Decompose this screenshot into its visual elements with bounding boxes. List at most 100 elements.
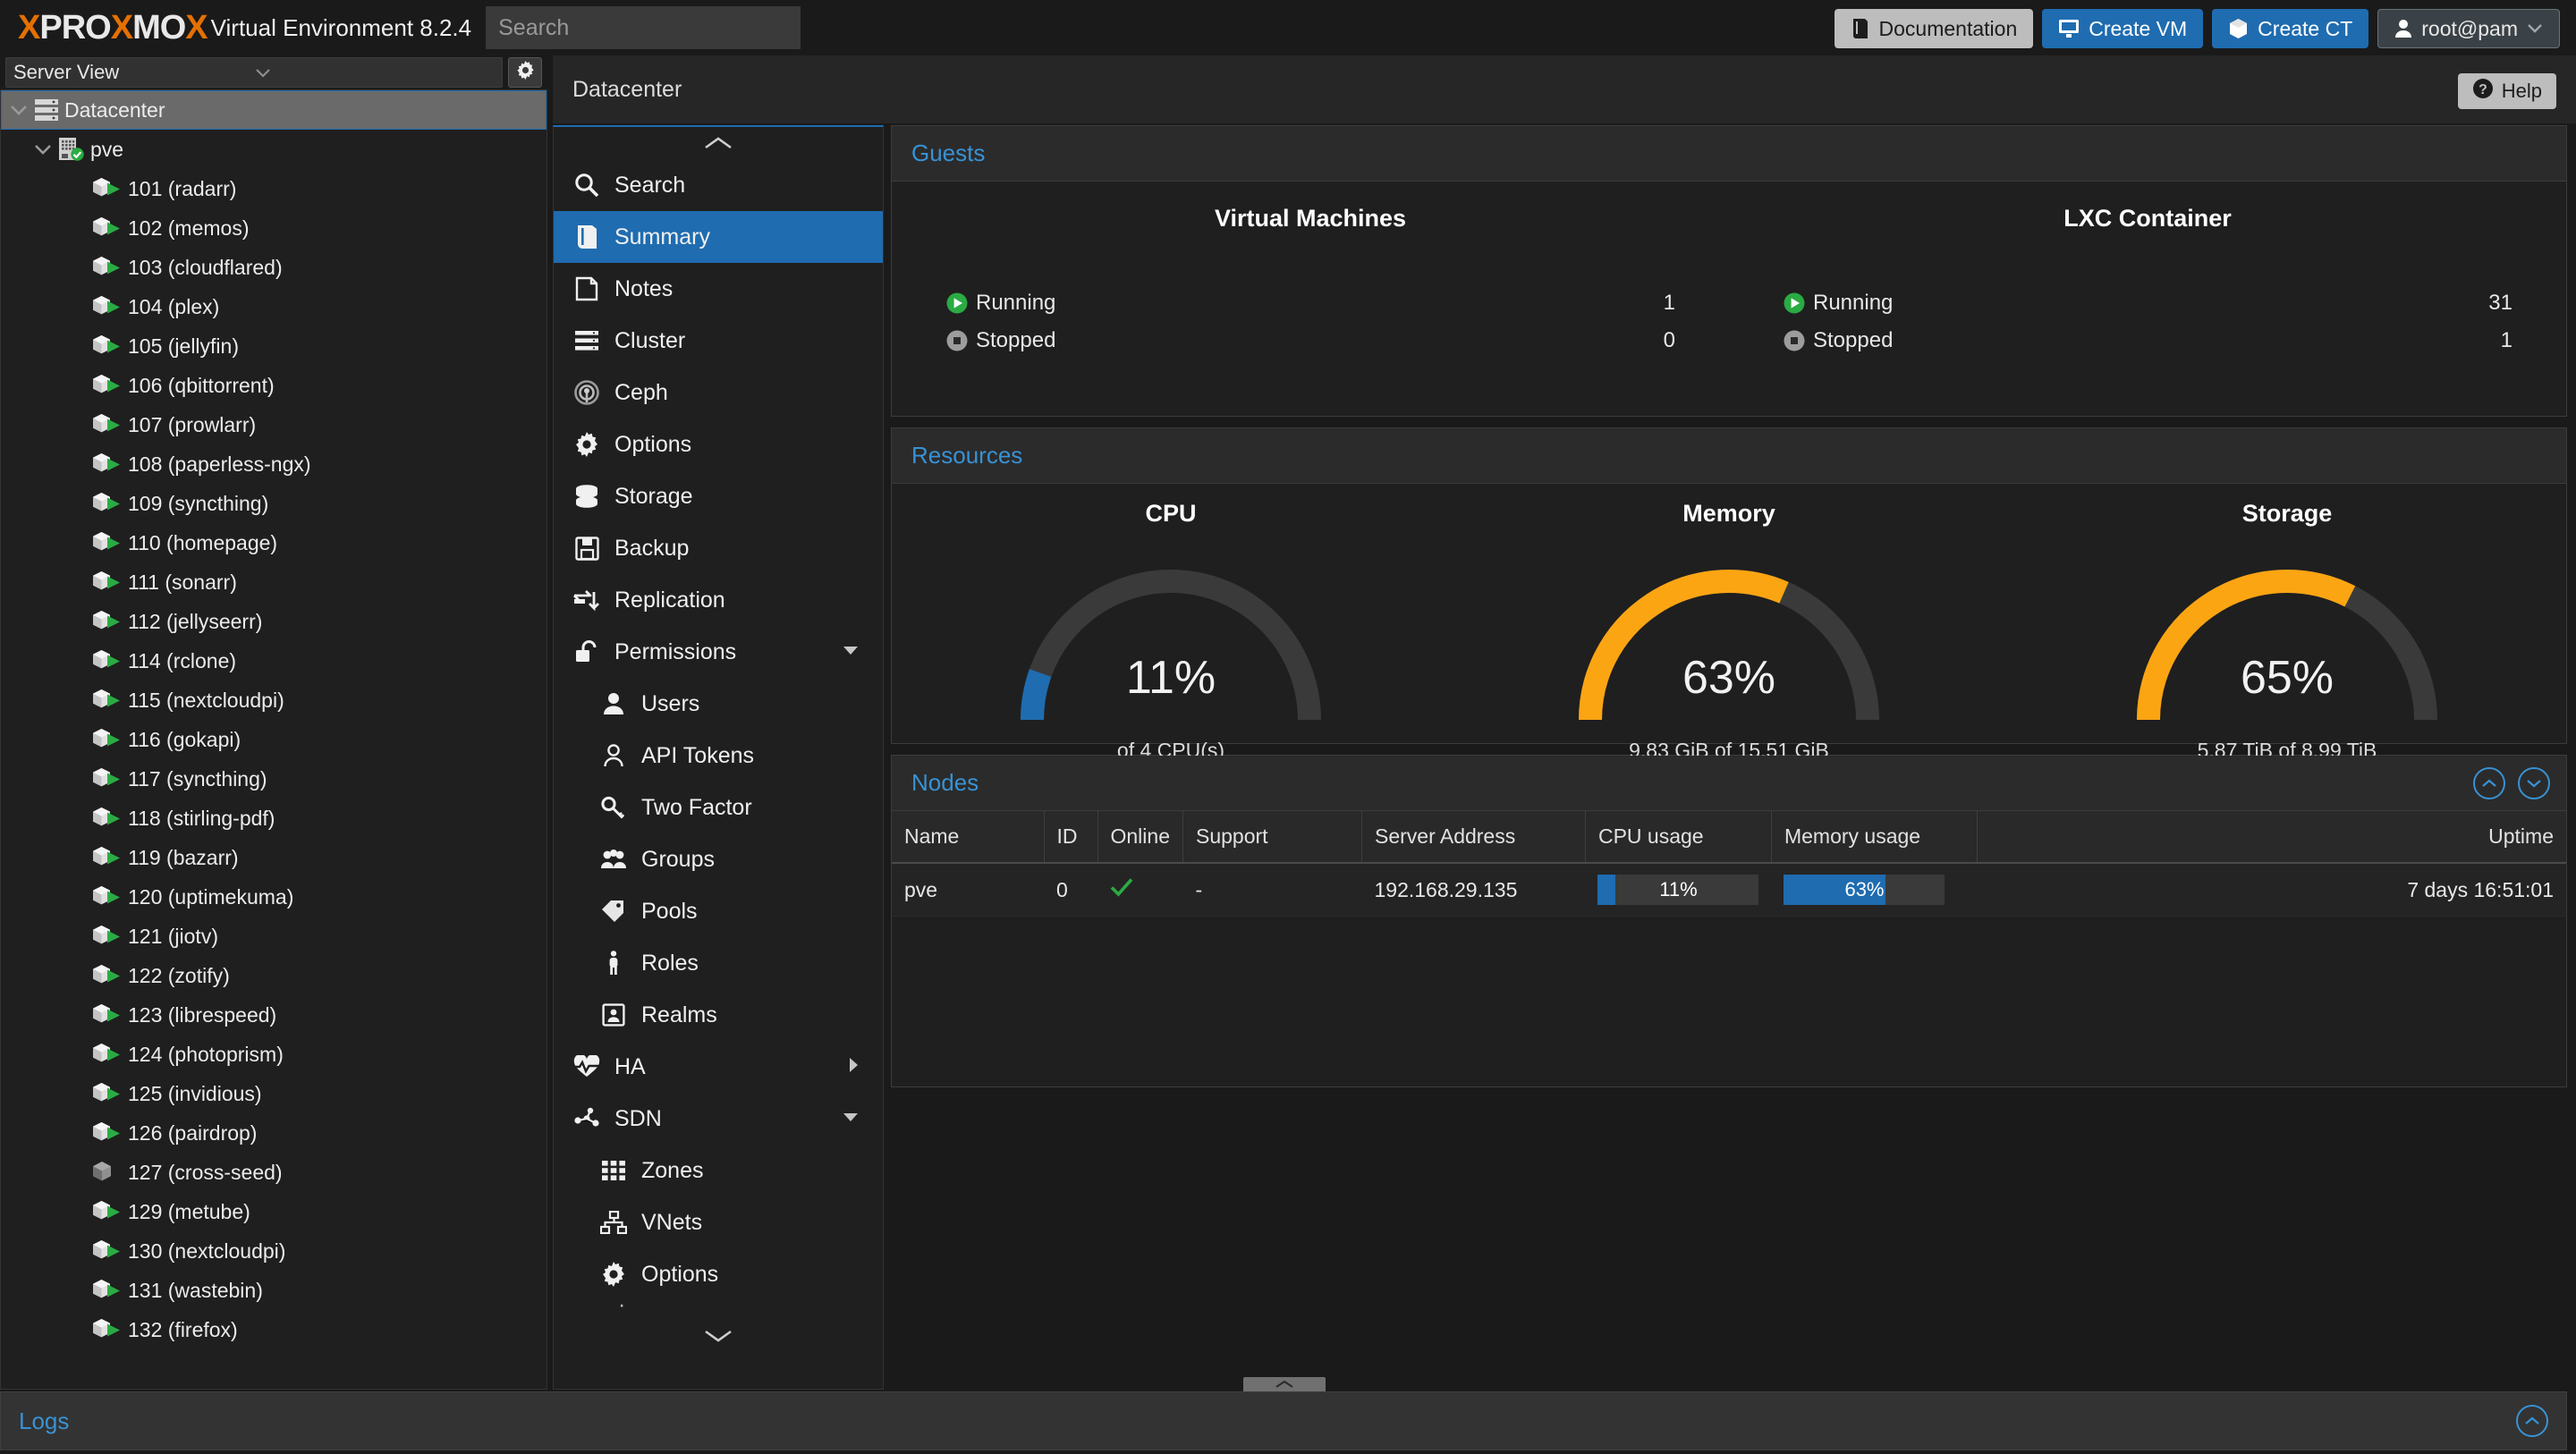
column-header-uptime[interactable]: Uptime	[1977, 811, 2566, 864]
tree-item-131-wastebin[interactable]: 131 (wastebin)	[1, 1271, 547, 1310]
menu-item-api-tokens[interactable]: API Tokens	[554, 730, 883, 782]
tree-item-datacenter[interactable]: Datacenter	[1, 90, 547, 130]
menu-item-storage[interactable]: Storage	[554, 470, 883, 522]
table-row[interactable]: pve 0 -192.168.29.135 11% 63% 7 days 16:51:01	[892, 863, 2566, 917]
container-running-icon	[92, 884, 123, 909]
logs-title[interactable]: Logs	[19, 1408, 69, 1435]
menu-scroll-down-button[interactable]	[554, 1320, 883, 1352]
resource-tree[interactable]: Datacenter pve 101 (radarr) 102 (memos) 103 …	[0, 89, 547, 1390]
column-header-online[interactable]: Online	[1097, 811, 1183, 864]
menu-item-summary[interactable]: Summary	[554, 211, 883, 263]
tag-icon	[600, 900, 627, 923]
logs-resize-handle[interactable]	[1243, 1377, 1326, 1391]
tree-item-label: 103 (cloudflared)	[128, 255, 283, 279]
documentation-button[interactable]: Documentation	[1834, 9, 2034, 48]
help-button[interactable]: ? Help	[2457, 73, 2556, 109]
tree-item-107-prowlarr[interactable]: 107 (prowlarr)	[1, 405, 547, 444]
tree-item-125-invidious[interactable]: 125 (invidious)	[1, 1074, 547, 1113]
tree-item-115-nextcloudpi[interactable]: 115 (nextcloudpi)	[1, 681, 547, 720]
column-header-support[interactable]: Support	[1182, 811, 1362, 864]
tree-item-117-syncthing[interactable]: 117 (syncthing)	[1, 759, 547, 799]
menu-item-roles[interactable]: Roles	[554, 937, 883, 989]
column-header-memory-usage[interactable]: Memory usage	[1771, 811, 1978, 864]
menu-item-search[interactable]: Search	[554, 159, 883, 211]
column-header-cpu-usage[interactable]: CPU usage	[1585, 811, 1772, 864]
global-search-input[interactable]	[486, 6, 801, 49]
tree-item-103-cloudflared[interactable]: 103 (cloudflared)	[1, 248, 547, 287]
tree-item-121-jiotv[interactable]: 121 (jiotv)	[1, 917, 547, 956]
chevron-down-icon[interactable]	[9, 104, 29, 116]
tree-item-119-bazarr[interactable]: 119 (bazarr)	[1, 838, 547, 877]
menu-item-notes[interactable]: Notes	[554, 263, 883, 315]
tree-item-116-gokapi[interactable]: 116 (gokapi)	[1, 720, 547, 759]
menu-item-backup[interactable]: Backup	[554, 522, 883, 574]
tree-item-118-stirling-pdf[interactable]: 118 (stirling-pdf)	[1, 799, 547, 838]
menu-item-ha[interactable]: HA	[554, 1041, 883, 1093]
book-icon	[1851, 18, 1870, 39]
logs-bar: Logs	[0, 1391, 2567, 1450]
triangle-down-icon[interactable]	[842, 1111, 860, 1128]
column-header-server-address[interactable]: Server Address	[1361, 811, 1586, 864]
logs-collapse-button[interactable]	[2516, 1405, 2548, 1437]
menu-item-options[interactable]: Options	[554, 418, 883, 470]
tree-item-114-rclone[interactable]: 114 (rclone)	[1, 641, 547, 681]
tree-item-105-jellyfin[interactable]: 105 (jellyfin)	[1, 326, 547, 366]
guests-panel: Guests Virtual Machines Running 1 Stopped 0 L…	[891, 125, 2567, 417]
tree-item-123-librespeed[interactable]: 123 (librespeed)	[1, 995, 547, 1035]
menu-item-pools[interactable]: Pools	[554, 885, 883, 937]
triangle-right-icon[interactable]	[847, 1056, 860, 1078]
menu-item-sdn[interactable]: SDN	[554, 1093, 883, 1145]
menu-item-realms[interactable]: Realms	[554, 989, 883, 1041]
tree-item-106-qbittorrent[interactable]: 106 (qbittorrent)	[1, 366, 547, 405]
proxmox-logo[interactable]: XPROXMOX Virtual Environment 8.2.4	[0, 11, 471, 45]
menu-item-two-factor[interactable]: Two Factor	[554, 782, 883, 833]
tree-item-102-memos[interactable]: 102 (memos)	[1, 208, 547, 248]
tree-item-101-radarr[interactable]: 101 (radarr)	[1, 169, 547, 208]
menu-item-vnets[interactable]: VNets	[554, 1196, 883, 1248]
tree-item-130-nextcloudpi[interactable]: 130 (nextcloudpi)	[1, 1231, 547, 1271]
tree-item-label: 132 (firefox)	[128, 1317, 238, 1341]
view-settings-button[interactable]	[508, 57, 542, 88]
tree-item-126-pairdrop[interactable]: 126 (pairdrop)	[1, 1113, 547, 1153]
create-ct-button[interactable]: Create CT	[2212, 9, 2369, 48]
menu-item-cluster[interactable]: Cluster	[554, 315, 883, 367]
menu-item-users[interactable]: Users	[554, 678, 883, 730]
container-running-icon	[92, 1238, 123, 1264]
tree-item-112-jellyseerr[interactable]: 112 (jellyseerr)	[1, 602, 547, 641]
nodes-collapse-button[interactable]	[2473, 766, 2505, 799]
nodes-expand-button[interactable]	[2518, 766, 2550, 799]
nodes-panel-tools	[2473, 766, 2550, 799]
menu-item-options[interactable]: Options	[554, 1248, 883, 1300]
documentation-label: Documentation	[1878, 16, 2018, 40]
breadcrumb[interactable]: Datacenter	[572, 77, 682, 103]
chevron-down-icon	[2527, 23, 2543, 34]
tree-item-127-cross-seed[interactable]: 127 (cross-seed)	[1, 1153, 547, 1192]
column-header-name[interactable]: Name	[892, 811, 1045, 864]
tree-item-109-syncthing[interactable]: 109 (syncthing)	[1, 484, 547, 523]
menu-item-ceph[interactable]: Ceph	[554, 367, 883, 418]
tree-item-122-zotify[interactable]: 122 (zotify)	[1, 956, 547, 995]
menu-item-permissions[interactable]: Permissions	[554, 626, 883, 678]
menu-item-zones[interactable]: Zones	[554, 1145, 883, 1196]
tree-item-108-paperless-ngx[interactable]: 108 (paperless-ngx)	[1, 444, 547, 484]
column-header-id[interactable]: ID	[1044, 811, 1098, 864]
menu-scroll-up-button[interactable]	[554, 127, 883, 159]
tree-item-120-uptimekuma[interactable]: 120 (uptimekuma)	[1, 877, 547, 917]
user-menu-button[interactable]: root@pam	[2377, 9, 2560, 48]
datacenter-menu-panel[interactable]: Search Summary Notes Cluster Ceph Options Stor…	[553, 125, 884, 1390]
chevron-down-icon[interactable]	[33, 143, 53, 156]
tree-item-132-firefox[interactable]: 132 (firefox)	[1, 1310, 547, 1349]
tree-item-110-homepage[interactable]: 110 (homepage)	[1, 523, 547, 562]
create-vm-button[interactable]: Create VM	[2042, 9, 2204, 48]
tree-item-104-plex[interactable]: 104 (plex)	[1, 287, 547, 326]
tree-item-124-photoprism[interactable]: 124 (photoprism)	[1, 1035, 547, 1074]
view-selector-combo[interactable]: Server View	[5, 57, 503, 88]
tree-item-111-sonarr[interactable]: 111 (sonarr)	[1, 562, 547, 602]
user-icon	[600, 692, 627, 715]
tree-item-129-metube[interactable]: 129 (metube)	[1, 1192, 547, 1231]
triangle-down-icon[interactable]	[842, 644, 860, 661]
menu-item-replication[interactable]: Replication	[554, 574, 883, 626]
menu-item-groups[interactable]: Groups	[554, 833, 883, 885]
tree-item-pve[interactable]: pve	[1, 130, 547, 169]
menu-item-label: Permissions	[614, 638, 737, 664]
